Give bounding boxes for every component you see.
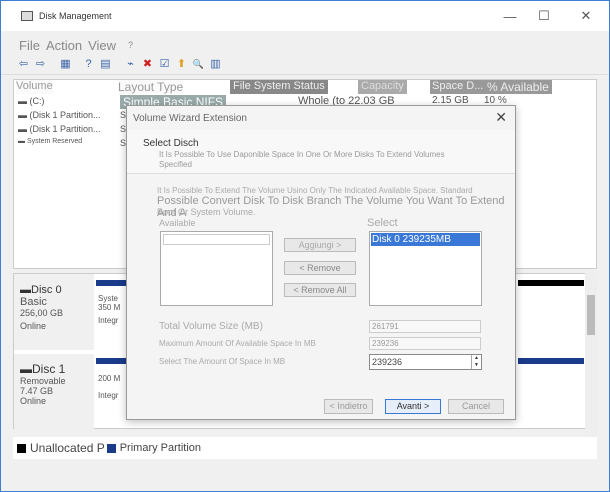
info-text-tail: Boot Or System Volume. — [157, 207, 256, 217]
disk-0-partition[interactable]: Syste 350 M Integr — [96, 280, 126, 342]
add-button[interactable]: Aggiungi > — [284, 238, 356, 252]
properties-icon[interactable]: ▥ — [209, 58, 222, 71]
disk-management-window: Disk Management — ☐ ✕ File Action View ?… — [0, 0, 610, 492]
column-capacity[interactable]: Capacity — [358, 80, 407, 94]
column-layout-type[interactable]: Layout Type — [118, 80, 184, 94]
dialog-close-button[interactable]: ✕ — [495, 109, 507, 126]
search-icon[interactable]: 🔍 — [192, 58, 205, 71]
selected-list-item[interactable]: Disk 0 239235MB — [371, 233, 480, 246]
dialog-header-subtitle: It Is Possible To Use Daponible Space In… — [159, 150, 445, 169]
disk-1-status: Online — [20, 396, 47, 406]
available-list-empty-item — [163, 234, 270, 245]
menu-file[interactable]: File — [19, 38, 40, 53]
select-space-input[interactable]: 239236 ▲ ▼ — [369, 354, 482, 370]
info-text-small: It Is Possible To Extend The Volume Usin… — [157, 186, 473, 195]
window-title: Disk Management — [39, 11, 112, 21]
scrollbar-thumb[interactable] — [587, 295, 595, 335]
menu-help[interactable]: ? — [128, 40, 133, 50]
disk-1-info[interactable]: ▬Disc 1 Removable 7.47 GB Online — [14, 354, 94, 430]
disk-1-partition-2[interactable] — [518, 358, 584, 420]
help-icon[interactable]: ? — [82, 58, 95, 71]
menu-view[interactable]: View — [88, 38, 116, 53]
grid-icon[interactable]: ▦ — [59, 58, 72, 71]
close-button[interactable]: ✕ — [567, 1, 605, 31]
disk-icon: ▬ — [20, 362, 32, 376]
disk-0-type: Basic — [20, 296, 47, 308]
next-button[interactable]: Avanti > — [385, 399, 441, 414]
volume-row[interactable]: ▬ (C:) — [18, 96, 45, 106]
drive-icon: ▬ — [18, 138, 27, 145]
volume-row[interactable]: ▬ System Reserved — [18, 138, 82, 145]
volume-wizard-dialog: Volume Wizard Extension ✕ Select Disch I… — [126, 105, 516, 420]
selected-list[interactable]: Disk 0 239235MB — [369, 231, 482, 306]
volume-row[interactable]: ▬ (Disk 1 Partition... — [18, 124, 101, 134]
menu-bar: File Action View ? — [1, 35, 609, 55]
cancel-button[interactable]: Cancel — [448, 399, 504, 414]
column-space[interactable]: Space D... — [430, 80, 486, 94]
legend: Unallocated P Primary Partition — [13, 437, 597, 459]
disk-1-partition[interactable]: 200 M Integr — [96, 358, 126, 420]
disk-1-size: 7.47 GB — [20, 386, 54, 396]
legend-primary: Primary Partition — [119, 442, 202, 454]
connect-icon[interactable]: ⌁ — [124, 58, 137, 71]
list-icon[interactable]: ▤ — [99, 58, 112, 71]
toolbar: ⇦ ⇨ ▦ ? ▤ ⌁ ✖ ☑ ⬆ 🔍 ▥ — [1, 55, 609, 75]
volume-row[interactable]: ▬ (Disk 1 Partition... — [18, 110, 101, 120]
disk-management-icon — [21, 11, 33, 21]
disk-0-status: Online — [20, 321, 47, 331]
select-space-label: Select The Amount Of Space In MB — [159, 357, 286, 366]
disk-0-size: 256,00 GB — [20, 308, 64, 318]
column-volume[interactable]: Volume — [16, 80, 53, 94]
total-size-label: Total Volume Size (MB) — [159, 321, 263, 332]
dialog-title: Volume Wizard Extension — [133, 113, 247, 124]
disk-pane-scrollbar[interactable] — [585, 273, 597, 443]
disk-0-name: ▬Disc 0 — [20, 284, 62, 296]
available-label: Available — [159, 218, 196, 228]
disk-icon: ▬ — [20, 284, 31, 296]
remove-button[interactable]: < Remove — [284, 261, 356, 275]
column-file-system-status[interactable]: File System Status — [230, 80, 328, 94]
unallocated-swatch — [17, 443, 26, 453]
delete-icon[interactable]: ✖ — [141, 58, 154, 71]
select-space-value: 239236 — [372, 357, 403, 367]
dialog-header-title: Select Disch — [143, 138, 199, 149]
dialog-header: Select Disch It Is Possible To Use Dapon… — [127, 130, 515, 174]
remove-all-button[interactable]: < Remove All — [284, 283, 356, 297]
back-arrow-icon[interactable]: ⇦ — [17, 58, 30, 71]
spinner-icon[interactable]: ▲ ▼ — [471, 355, 481, 369]
disk-0-unallocated[interactable] — [518, 280, 584, 342]
maximize-button[interactable]: ☐ — [525, 1, 563, 31]
column-percent-available[interactable]: % Available — [484, 80, 552, 94]
title-bar: Disk Management — ☐ ✕ — [1, 1, 609, 31]
drive-icon: ▬ — [18, 110, 30, 120]
max-space-label: Maximum Amount Of Available Space In MB — [159, 339, 316, 348]
primary-swatch — [106, 443, 116, 453]
drive-icon: ▬ — [18, 124, 30, 134]
legend-unallocated: Unallocated P — [30, 441, 105, 455]
drive-icon: ▬ — [18, 96, 30, 106]
forward-arrow-icon[interactable]: ⇨ — [34, 58, 47, 71]
minimize-button[interactable]: — — [491, 1, 529, 31]
disk-1-name: ▬Disc 1 — [20, 362, 66, 376]
disk-1-type: Removable — [20, 376, 66, 386]
folder-up-icon[interactable]: ⬆ — [175, 58, 188, 71]
available-list[interactable] — [160, 231, 273, 306]
selected-label: Select — [367, 217, 398, 229]
menu-action[interactable]: Action — [46, 38, 82, 53]
total-size-value: 261791 — [369, 320, 481, 333]
back-button[interactable]: < Indietro — [324, 399, 373, 414]
max-space-value: 239236 — [369, 337, 481, 350]
check-icon[interactable]: ☑ — [158, 58, 171, 71]
disk-0-info[interactable]: ▬Disc 0 Basic 256,00 GB Online — [14, 274, 94, 350]
